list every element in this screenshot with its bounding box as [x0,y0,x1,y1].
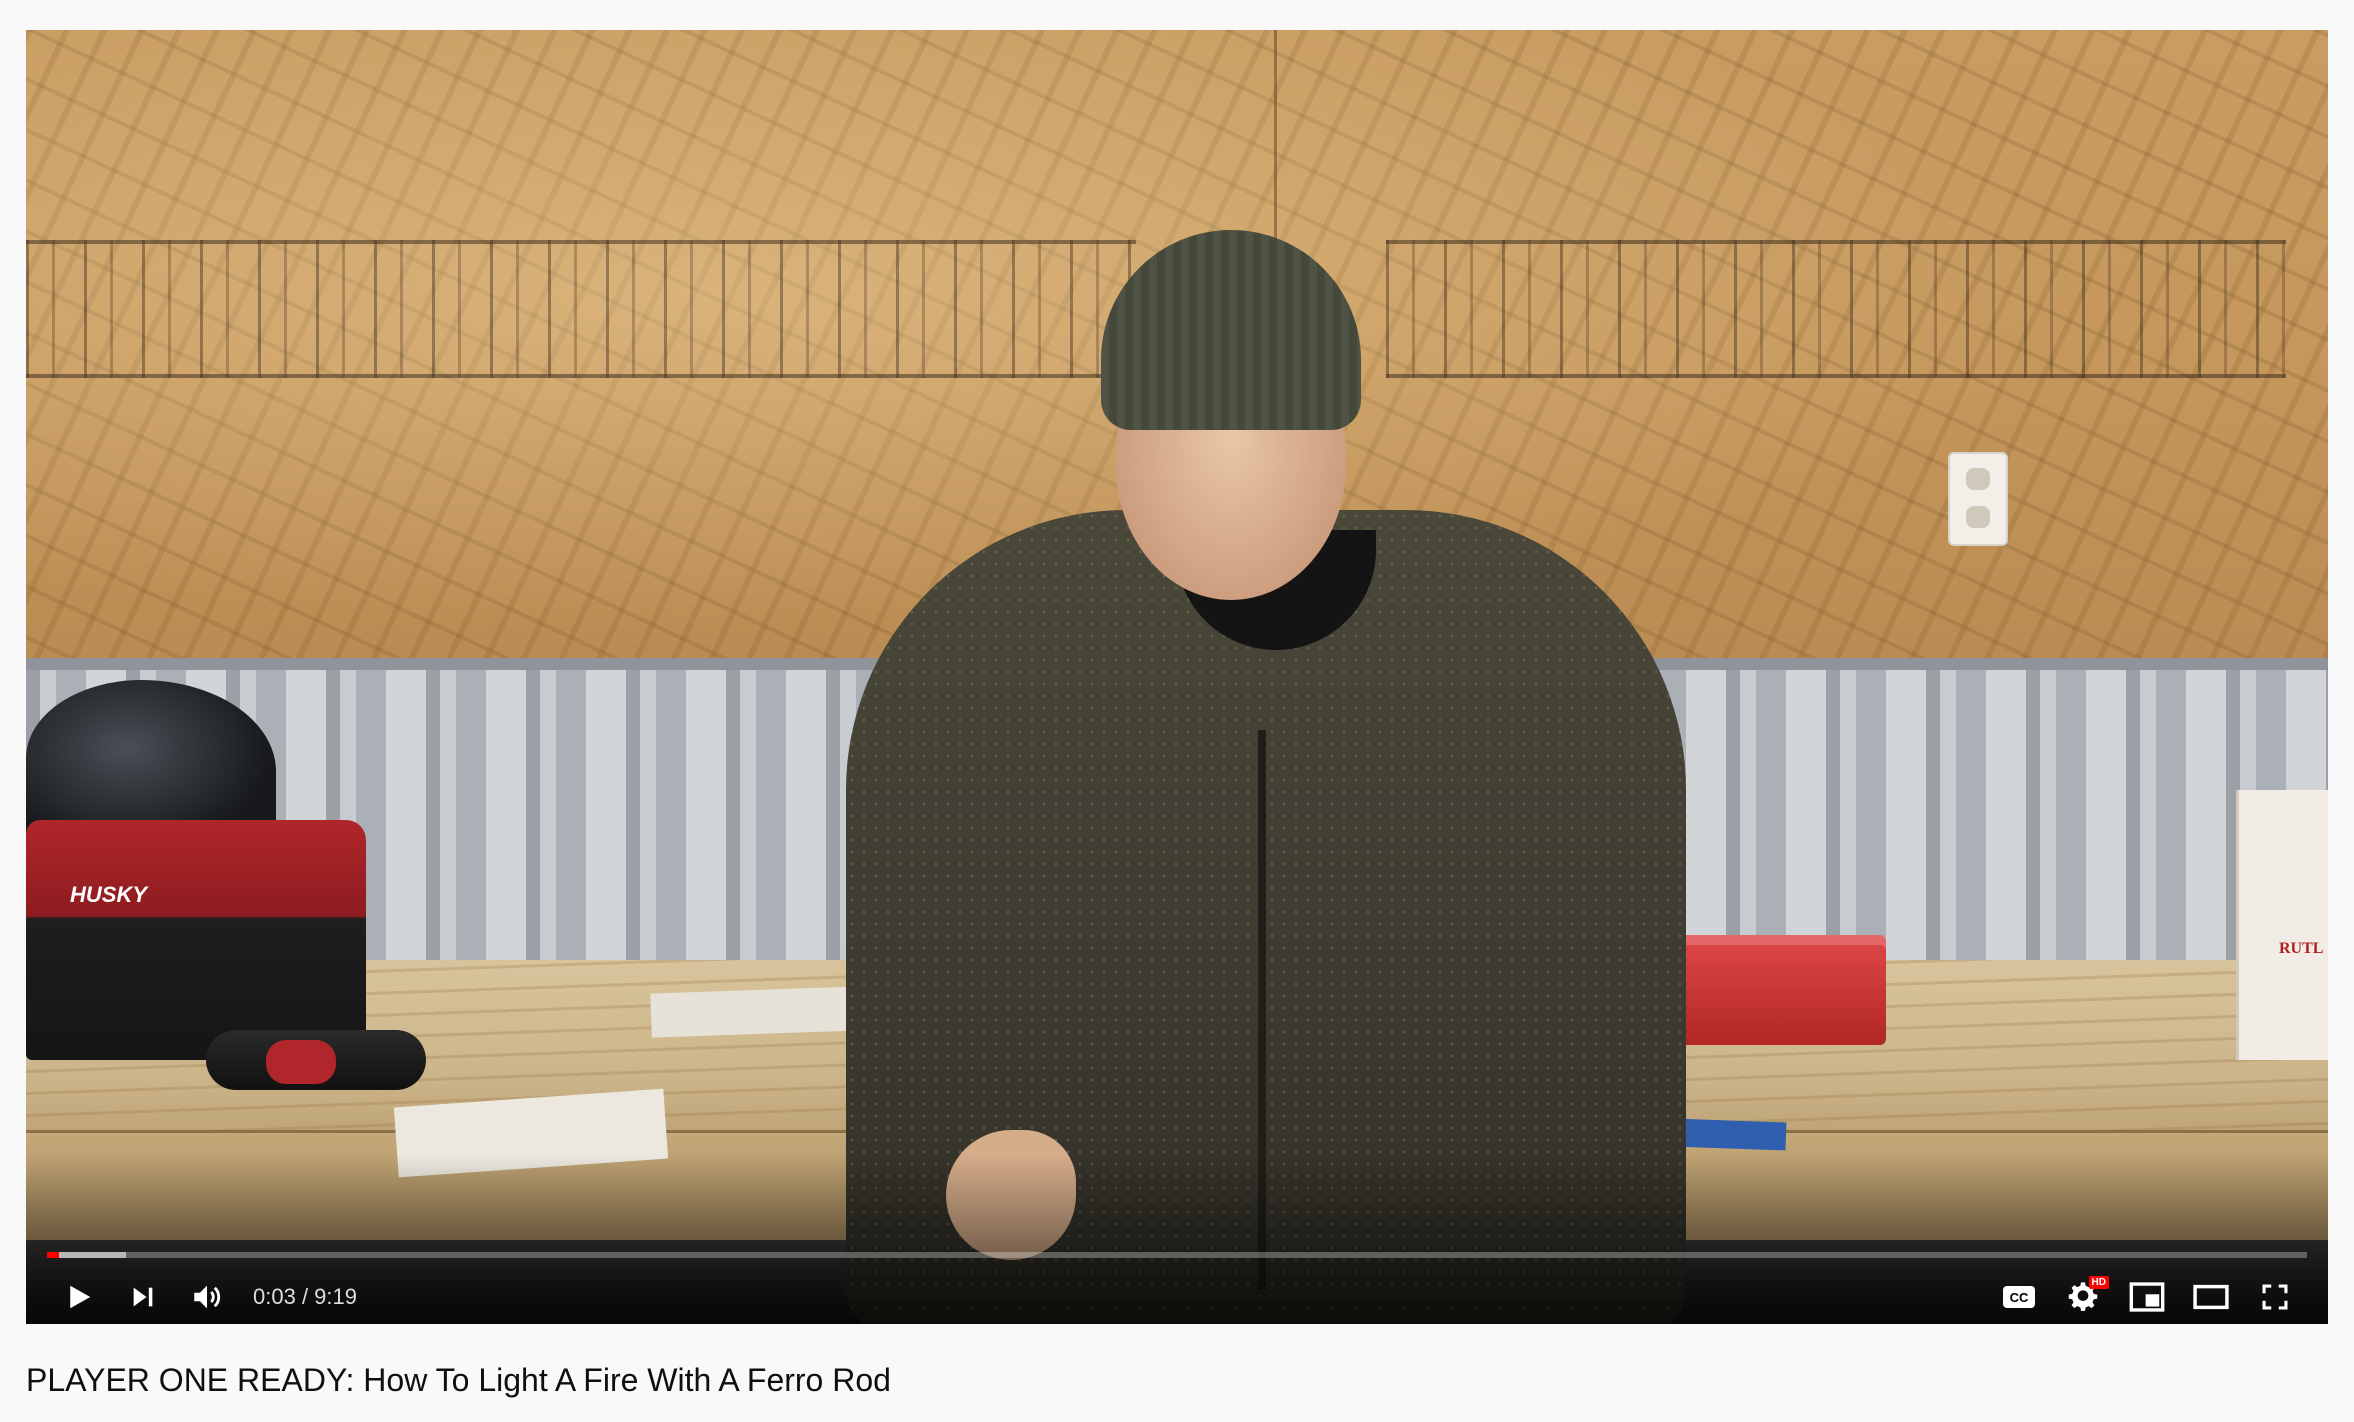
duration: 9:19 [314,1284,357,1309]
captions-button[interactable]: CC [1987,1270,2051,1324]
progress-played [47,1252,60,1258]
page: HUSKY RUTL 0:03 / 9:19 CC HD PLAYER ONE … [0,0,2354,1422]
settings-button[interactable]: HD [2051,1270,2115,1324]
time-separator: / [295,1284,315,1309]
video-frame: HUSKY RUTL [26,30,2328,1324]
play-icon [70,1285,91,1309]
cardboard-box: RUTL [2236,790,2328,1060]
tool-bag-label: HUSKY [70,882,148,907]
angle-grinder-accent [266,1040,336,1084]
hd-badge: HD [2088,1276,2109,1289]
theater-button[interactable] [2179,1270,2243,1324]
tool-bag: HUSKY [26,820,366,1060]
time-display: 0:03 / 9:19 [253,1284,357,1310]
video-title: PLAYER ONE READY: How To Light A Fire Wi… [26,1362,891,1398]
fullscreen-button[interactable] [2243,1270,2307,1324]
captions-icon-text: CC [2009,1289,2029,1305]
captions-icon: CC [2003,1286,2035,1308]
miniplayer-icon [2129,1282,2165,1312]
next-icon [133,1287,153,1307]
fullscreen-icon [2262,1284,2288,1310]
control-bar: 0:03 / 9:19 CC HD [47,1270,2307,1324]
current-time: 0:03 [253,1284,296,1309]
miniplayer-button[interactable] [2115,1270,2179,1324]
volume-icon [194,1285,221,1309]
wall-outlet [1950,454,2006,544]
paper-sheet [650,986,862,1038]
cardboard-box-label: RUTL [2279,940,2324,957]
progress-bar[interactable] [47,1252,2307,1258]
video-player[interactable]: HUSKY RUTL 0:03 / 9:19 CC HD [26,30,2328,1324]
theater-icon [2193,1284,2229,1310]
play-button[interactable] [47,1270,111,1324]
volume-button[interactable] [175,1270,239,1324]
presenter-beanie [1101,230,1361,430]
next-button[interactable] [111,1270,175,1324]
